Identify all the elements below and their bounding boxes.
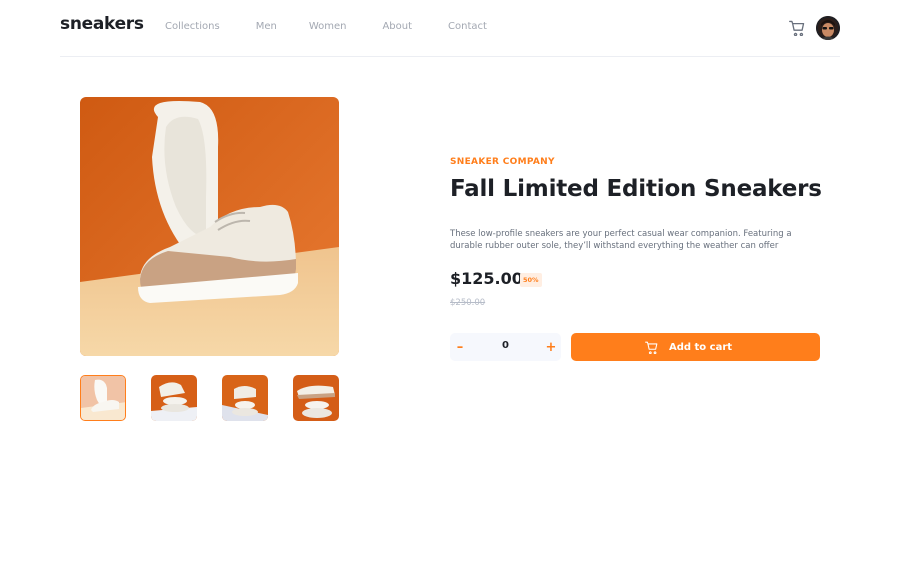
thumbnail-1[interactable] bbox=[80, 375, 126, 421]
original-price: $250.00 bbox=[450, 298, 486, 308]
site-header: sneakers Collections Men Women About Con… bbox=[60, 0, 840, 57]
add-to-cart-button[interactable]: Add to cart bbox=[571, 333, 820, 361]
thumbnail-3[interactable] bbox=[222, 375, 268, 421]
minus-icon[interactable]: – bbox=[450, 333, 470, 361]
current-price: $125.00 bbox=[450, 269, 523, 288]
nav-about[interactable]: About bbox=[382, 21, 412, 32]
nav-contact[interactable]: Contact bbox=[448, 21, 487, 32]
nav-women[interactable]: Women bbox=[309, 21, 347, 32]
plus-icon[interactable]: + bbox=[541, 333, 561, 361]
product-main-image[interactable] bbox=[80, 97, 339, 356]
nav-collections[interactable]: Collections bbox=[165, 21, 220, 32]
main-nav: Collections Men Women About Contact bbox=[165, 21, 523, 32]
thumbnail-2[interactable] bbox=[151, 375, 197, 421]
logo[interactable]: sneakers bbox=[60, 14, 144, 34]
thumbnail-4[interactable] bbox=[293, 375, 339, 421]
avatar[interactable] bbox=[816, 16, 840, 40]
nav-men[interactable]: Men bbox=[256, 21, 277, 32]
cart-icon[interactable] bbox=[789, 20, 805, 36]
product-description: These low-profile sneakers are your perf… bbox=[450, 229, 792, 251]
product-title: Fall Limited Edition Sneakers bbox=[450, 176, 822, 202]
thumbnail-strip bbox=[80, 375, 339, 421]
quantity-stepper: – 0 + bbox=[450, 333, 561, 361]
cart-icon bbox=[645, 341, 658, 354]
add-to-cart-label: Add to cart bbox=[668, 341, 733, 353]
discount-badge: 50% bbox=[520, 273, 542, 287]
quantity-value: 0 bbox=[502, 340, 509, 351]
company-name: SNEAKER COMPANY bbox=[450, 157, 555, 167]
